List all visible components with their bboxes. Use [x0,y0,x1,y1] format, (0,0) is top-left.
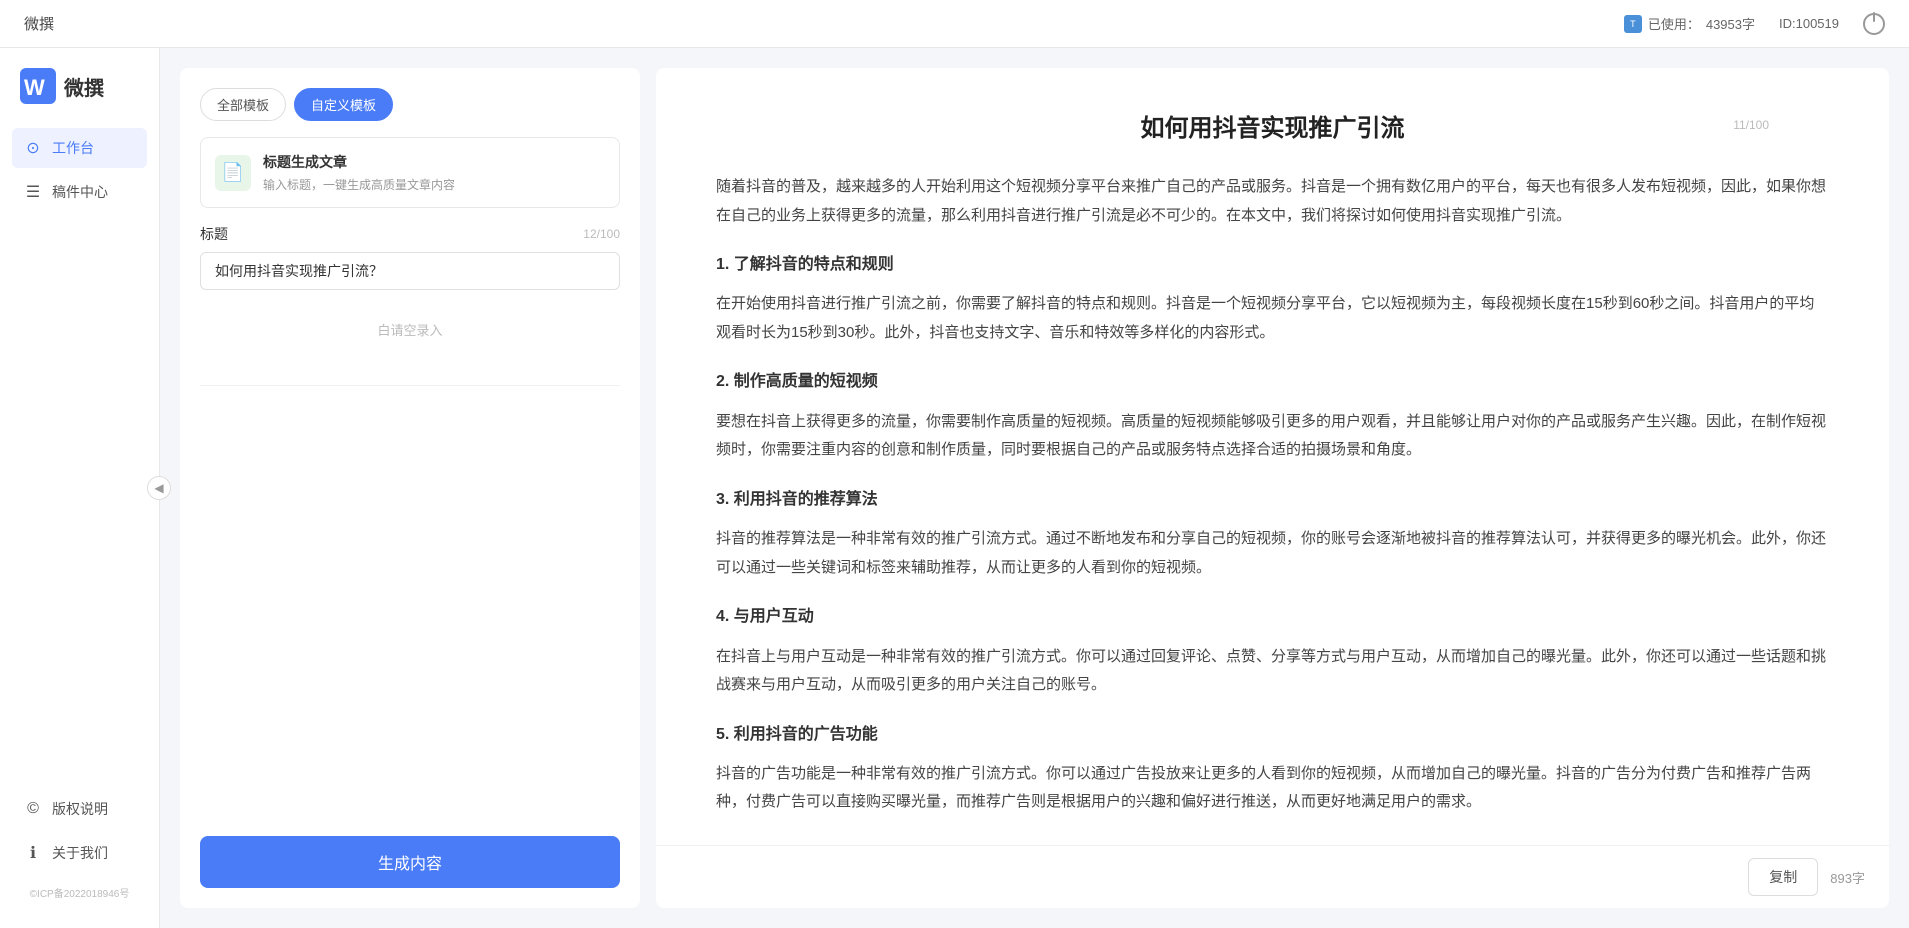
article-wrapper: 11/100 如何用抖音实现推广引流 随着抖音的普及，越来越多的人开始利用这个短… [716,108,1829,817]
logo-icon: W [20,68,56,104]
left-panel: 全部模板 自定义模板 📄 标题生成文章 输入标题，一键生成高质量文章内容 标题 … [180,68,640,908]
article-footer: 复制 893字 [656,845,1889,908]
textarea-placeholder: 白请空录入 [200,290,620,369]
article-section-2-heading: 2. 制作高质量的短视频 [716,367,1829,397]
sidebar-item-about[interactable]: ℹ 关于我们 [12,833,147,873]
tab-custom-templates[interactable]: 自定义模板 [294,88,393,121]
article-section-4-heading: 4. 与用户互动 [716,602,1829,632]
template-card-description: 输入标题，一键生成高质量文章内容 [263,176,455,193]
sidebar-item-workbench[interactable]: ⊙ 工作台 [12,128,147,168]
topbar: 微撰 T 已使用： 43953字 ID:100519 [0,0,1909,48]
svg-text:W: W [24,75,45,100]
logo-area: W 微撰 [0,68,159,128]
usage-icon: T [1624,15,1642,33]
article-body: 随着抖音的普及，越来越多的人开始利用这个短视频分享平台来推广自己的产品或服务。抖… [716,173,1829,817]
template-card-icon: 📄 [215,155,251,191]
sidebar-item-drafts[interactable]: ☰ 稿件中心 [12,172,147,212]
article-content[interactable]: 11/100 如何用抖音实现推广引流 随着抖音的普及，越来越多的人开始利用这个短… [656,68,1889,845]
generate-button[interactable]: 生成内容 [200,836,620,888]
form-label: 标题 [200,224,228,244]
topbar-title: 微撰 [24,13,54,34]
workbench-icon: ⊙ [24,139,42,157]
char-count: 12/100 [583,227,620,241]
drafts-icon: ☰ [24,183,42,201]
sidebar-collapse-button[interactable]: ◀ [147,476,171,500]
tab-bar: 全部模板 自定义模板 [200,88,620,121]
article-section-5-heading: 5. 利用抖音的广告功能 [716,720,1829,750]
title-input[interactable] [200,252,620,290]
article-paragraph-4: 在抖音上与用户互动是一种非常有效的推广引流方式。你可以通过回复评论、点赞、分享等… [716,643,1829,700]
article-paragraph-3: 抖音的推荐算法是一种非常有效的推广引流方式。通过不断地发布和分享自己的短视频，你… [716,525,1829,582]
sidebar-bottom: © 版权说明 ℹ 关于我们 ©ICP备2022018946号 [0,789,159,908]
form-section: 标题 12/100 白请空录入 [200,224,620,369]
icp-text: ©ICP备2022018946号 [12,877,147,908]
about-icon: ℹ [24,844,42,862]
copyright-icon: © [24,800,42,818]
copy-button[interactable]: 复制 [1748,858,1818,896]
template-card[interactable]: 📄 标题生成文章 输入标题，一键生成高质量文章内容 [200,137,620,208]
article-paragraph-intro: 随着抖音的普及，越来越多的人开始利用这个短视频分享平台来推广自己的产品或服务。抖… [716,173,1829,230]
article-paragraph-1: 在开始使用抖音进行推广引流之前，你需要了解抖音的特点和规则。抖音是一个短视频分享… [716,290,1829,347]
usage-info: T 已使用： 43953字 [1624,14,1755,33]
right-panel: 11/100 如何用抖音实现推广引流 随着抖音的普及，越来越多的人开始利用这个短… [656,68,1889,908]
word-count: 893字 [1830,868,1865,887]
logout-button[interactable] [1863,13,1885,35]
id-label: ID:100519 [1779,16,1839,31]
template-card-title: 标题生成文章 [263,152,455,172]
logo-text: 微撰 [64,72,104,101]
article-paragraph-5: 抖音的广告功能是一种非常有效的推广引流方式。你可以通过广告投放来让更多的人看到你… [716,760,1829,817]
sidebar: W 微撰 ⊙ 工作台 ☰ 稿件中心 © 版权说明 ℹ 关于我们 ©ICP备20 [0,48,160,928]
article-paragraph-2: 要想在抖音上获得更多的流量，你需要制作高质量的短视频。高质量的短视频能够吸引更多… [716,408,1829,465]
sidebar-item-copyright[interactable]: © 版权说明 [12,789,147,829]
article-title: 如何用抖音实现推广引流 [716,108,1829,143]
sidebar-item-workbench-label: 工作台 [52,138,94,158]
article-section-1-heading: 1. 了解抖音的特点和规则 [716,250,1829,280]
sidebar-item-copyright-label: 版权说明 [52,799,108,819]
article-section-3-heading: 3. 利用抖音的推荐算法 [716,485,1829,515]
content-area: 全部模板 自定义模板 📄 标题生成文章 输入标题，一键生成高质量文章内容 标题 … [160,48,1909,928]
sidebar-item-about-label: 关于我们 [52,843,108,863]
tab-all-templates[interactable]: 全部模板 [200,88,286,121]
divider [200,385,620,386]
page-count: 11/100 [1733,118,1769,132]
sidebar-nav: ⊙ 工作台 ☰ 稿件中心 [0,128,159,212]
user-id: ID:100519 [1779,16,1839,31]
sidebar-item-drafts-label: 稿件中心 [52,182,108,202]
used-count: 43953字 [1706,14,1755,33]
used-label: 已使用： [1648,14,1700,33]
